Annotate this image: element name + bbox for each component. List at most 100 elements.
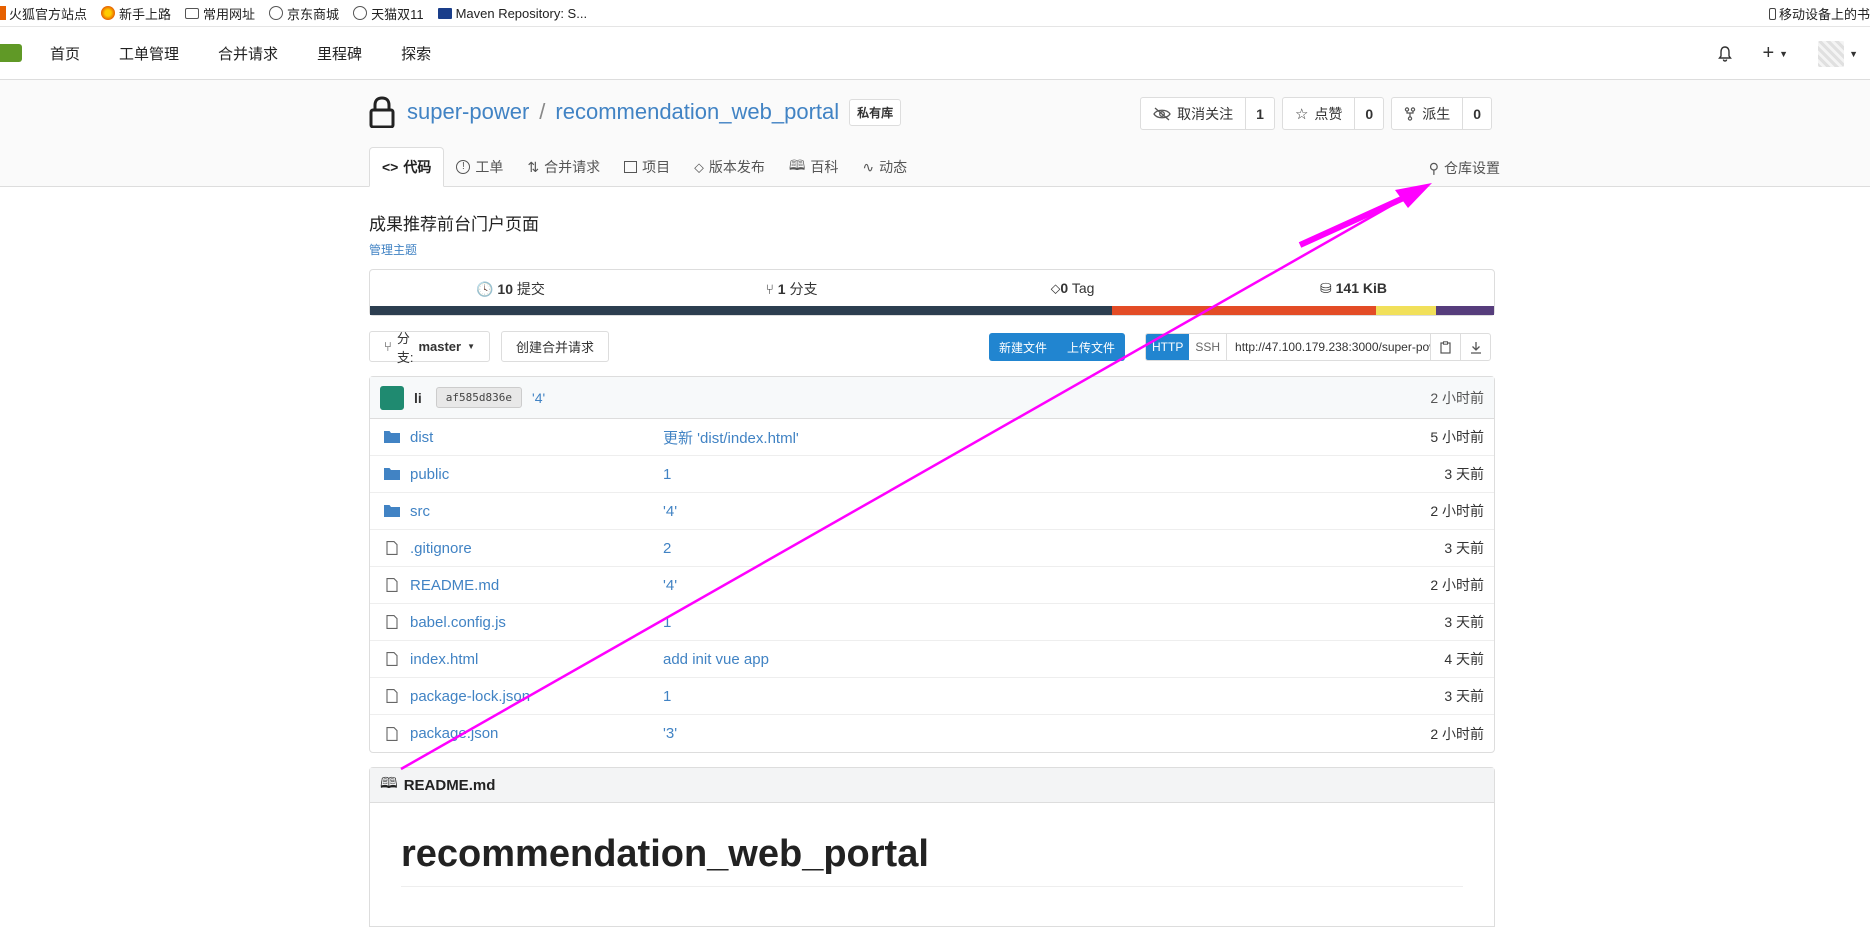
- star-count[interactable]: 0: [1355, 98, 1383, 129]
- branch-selector[interactable]: ⑂ 分支: master ▼: [369, 331, 490, 365]
- new-pull-request-button[interactable]: 创建合并请求: [501, 331, 610, 362]
- commit-author[interactable]: li: [414, 390, 422, 406]
- file-commit-time: 5 小时前: [1430, 429, 1484, 445]
- copy-clipboard-icon[interactable]: [1430, 334, 1460, 360]
- file-commit-time: 3 天前: [1444, 688, 1484, 704]
- file-commit-message-link[interactable]: 1: [663, 614, 671, 631]
- bookmark-maven[interactable]: Maven Repository: S...: [437, 6, 587, 21]
- tab-settings[interactable]: ⚲ 仓库设置: [1429, 158, 1500, 178]
- watch-count[interactable]: 1: [1246, 98, 1274, 129]
- nav-issues[interactable]: 工单管理: [119, 43, 179, 64]
- table-row: babel.config.js 1 3 天前: [370, 604, 1494, 641]
- commits-stat[interactable]: 🕓 10 提交: [370, 279, 651, 299]
- file-name-link[interactable]: index.html: [410, 651, 663, 668]
- size-stat: ⛁ 141 KiB: [1213, 280, 1494, 297]
- file-name-link[interactable]: package-lock.json: [410, 688, 663, 705]
- file-commit-message-link[interactable]: add init vue app: [663, 651, 769, 668]
- readme-panel: 🕮 README.md recommendation_web_portal: [369, 767, 1495, 927]
- file-name-link[interactable]: src: [410, 503, 663, 520]
- file-list: li af585d836e '4' 2 小时前 dist 更新 'dist/ind…: [369, 376, 1495, 753]
- repo-stats: 🕓 10 提交 ⑂ 1 分支 ⬦0 Tag ⛁ 141 KiB: [369, 269, 1495, 316]
- file-commit-message-link[interactable]: 2: [663, 540, 671, 557]
- code-icon: <>: [382, 159, 399, 175]
- star-label: 点赞: [1314, 105, 1343, 122]
- file-commit-message-link[interactable]: 1: [663, 466, 671, 483]
- tab-wiki[interactable]: 🕮 百科: [777, 147, 851, 187]
- tag-icon: ⬦: [1050, 280, 1061, 296]
- file-name-link[interactable]: package.json: [410, 725, 663, 742]
- bookmark-tmall[interactable]: 天猫双11: [353, 4, 424, 23]
- branches-stat[interactable]: ⑂ 1 分支: [651, 279, 932, 299]
- fork-button[interactable]: 派生 0: [1391, 97, 1492, 130]
- tab-issues[interactable]: ! 工单: [444, 147, 515, 187]
- private-badge: 私有库: [849, 98, 902, 126]
- fork-count[interactable]: 0: [1463, 98, 1491, 129]
- bookmark-common[interactable]: 常用网址: [185, 4, 255, 23]
- author-avatar[interactable]: [380, 385, 404, 410]
- commit-sha-button[interactable]: af585d836e: [435, 387, 523, 408]
- clone-url-input[interactable]: http://47.100.179.238:3000/super-power/r…: [1227, 334, 1430, 360]
- tab-projects[interactable]: 项目: [612, 147, 682, 187]
- file-commit-message-link[interactable]: '4': [663, 503, 677, 520]
- bookmark-jd[interactable]: 京东商城: [269, 4, 339, 23]
- tab-label: 百科: [810, 159, 839, 175]
- file-icon: [386, 726, 398, 741]
- user-menu[interactable]: ▼: [1818, 40, 1858, 67]
- repo-size: 141 KiB: [1335, 280, 1387, 296]
- bookmark-label: 京东商城: [287, 6, 340, 22]
- star-button[interactable]: ☆ 点赞 0: [1281, 97, 1385, 130]
- bookmark-mobile[interactable]: 移动设备上的书: [1768, 0, 1870, 27]
- nav-explore[interactable]: 探索: [401, 43, 431, 64]
- tab-code[interactable]: <> 代码: [369, 147, 445, 187]
- nav-home[interactable]: 首页: [50, 43, 80, 64]
- tab-pulls[interactable]: ⇅ 合并请求: [515, 147, 612, 187]
- file-icon: [386, 689, 398, 703]
- file-commit-message-link[interactable]: '3': [663, 725, 677, 742]
- path-separator: /: [539, 99, 546, 124]
- file-icon: [386, 541, 398, 555]
- file-name-link[interactable]: README.md: [410, 577, 663, 594]
- unwatch-button[interactable]: 取消关注 1: [1140, 97, 1275, 130]
- clone-http-button[interactable]: HTTP: [1146, 334, 1190, 360]
- repo-name-link[interactable]: recommendation_web_portal: [555, 99, 839, 125]
- latest-commit: li af585d836e '4' 2 小时前: [370, 377, 1494, 419]
- clone-ssh-button[interactable]: SSH: [1189, 334, 1228, 360]
- file-name-link[interactable]: dist: [410, 429, 663, 446]
- avatar: [1818, 40, 1845, 67]
- globe-icon: [269, 6, 284, 20]
- caret-down-icon: ▼: [1849, 48, 1858, 59]
- file-name-link[interactable]: .gitignore: [410, 540, 663, 557]
- nav-pulls[interactable]: 合并请求: [218, 43, 278, 64]
- eye-slash-icon: [1153, 107, 1171, 120]
- file-commit-message-link[interactable]: 1: [663, 688, 671, 705]
- bookmarks-bar: 火狐官方站点 新手上路 常用网址 京东商城 天猫双11 Maven Reposi…: [0, 0, 1870, 27]
- repo-owner-link[interactable]: super-power: [407, 99, 529, 125]
- new-file-button[interactable]: 新建文件: [989, 333, 1058, 361]
- commits-label: 提交: [516, 280, 545, 297]
- tab-releases[interactable]: ⬦ 版本发布: [682, 147, 777, 187]
- table-row: src '4' 2 小时前: [370, 493, 1494, 530]
- gitea-logo-icon[interactable]: [0, 44, 22, 62]
- tab-label: 合并请求: [544, 159, 601, 175]
- bookmark-firefox[interactable]: 火狐官方站点: [0, 4, 87, 23]
- create-new-menu[interactable]: + ▼: [1762, 42, 1788, 65]
- language-stats-bar[interactable]: [370, 306, 1494, 315]
- file-name-link[interactable]: public: [410, 466, 663, 483]
- git-pull-request-icon: ⇅: [527, 158, 540, 175]
- file-commit-time: 2 小时前: [1430, 503, 1484, 519]
- notifications-bell-icon[interactable]: [1718, 45, 1733, 62]
- upload-file-button[interactable]: 上传文件: [1057, 333, 1126, 361]
- tab-activity[interactable]: ∿ 动态: [850, 147, 919, 187]
- nav-milestones[interactable]: 里程碑: [317, 43, 362, 64]
- manage-topics-link[interactable]: 管理主题: [369, 243, 417, 257]
- bookmark-label: 天猫双11: [371, 6, 424, 22]
- firefox-icon: [0, 6, 6, 20]
- download-icon[interactable]: [1460, 334, 1490, 360]
- tags-stat[interactable]: ⬦0 Tag: [932, 280, 1213, 297]
- caret-down-icon: ▼: [1779, 48, 1789, 59]
- file-name-link[interactable]: babel.config.js: [410, 614, 663, 631]
- file-commit-message-link[interactable]: 更新 'dist/index.html': [663, 427, 799, 448]
- bookmark-newbie[interactable]: 新手上路: [101, 4, 171, 23]
- commit-message-link[interactable]: '4': [532, 390, 545, 406]
- file-commit-message-link[interactable]: '4': [663, 577, 677, 594]
